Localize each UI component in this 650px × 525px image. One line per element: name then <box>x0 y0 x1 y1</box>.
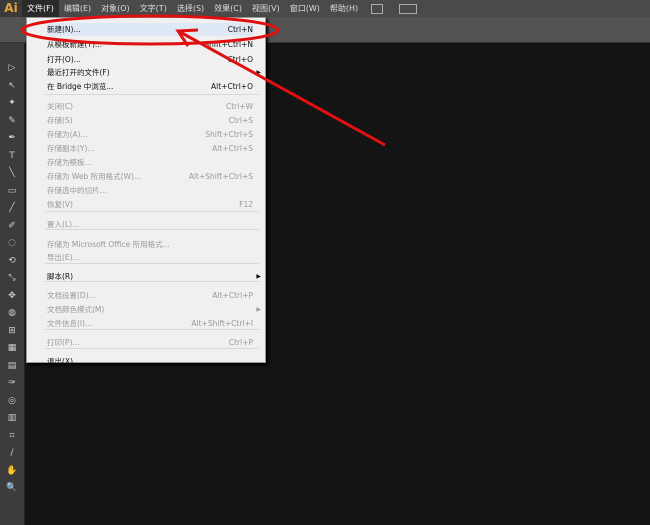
highlight-ellipse <box>20 14 280 46</box>
annotation-overlay <box>20 14 386 147</box>
annotation-arrow <box>179 30 386 147</box>
